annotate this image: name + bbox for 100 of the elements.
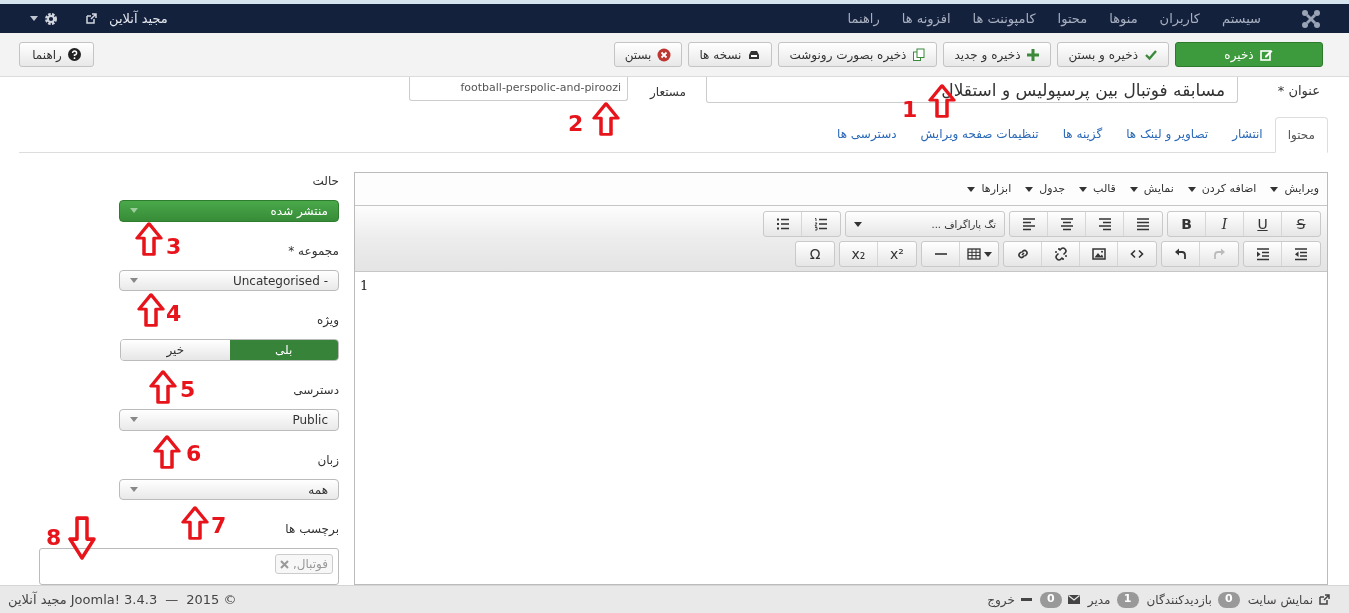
editor-menu-item[interactable]: قالب	[1079, 180, 1116, 198]
view-site-link[interactable]: نمایش سایت	[1247, 590, 1313, 609]
nav-menu-item[interactable]: کامپوننت ها	[972, 8, 1036, 29]
editor-menu-item[interactable]: نمایش	[1129, 180, 1174, 198]
count-badge: 1	[1116, 591, 1139, 608]
caret-icon	[1270, 186, 1279, 192]
select-dropdown[interactable]: Public	[119, 409, 339, 431]
bullet-list-icon	[775, 217, 790, 231]
annotation-arrow	[153, 435, 181, 469]
field-label: زبان	[317, 451, 339, 469]
caret-icon	[983, 251, 992, 257]
select-dropdown[interactable]: همه	[119, 478, 339, 501]
version-text: Joomla! 3.4.3	[70, 590, 158, 609]
toolbar-button[interactable]: بستن	[613, 42, 683, 67]
caret-icon	[1129, 186, 1138, 192]
toggle-option[interactable]: بلی	[229, 340, 338, 361]
nav-menu-item[interactable]: منوها	[1109, 8, 1138, 29]
site-name-text: مجید آنلاین	[8, 590, 67, 610]
field-label: مستعار	[648, 84, 686, 101]
select-dropdown[interactable]: - Uncategorised	[119, 269, 339, 292]
caret-icon	[854, 221, 862, 227]
tab[interactable]: گزینه ها	[1050, 116, 1115, 152]
annotation-number: 8	[46, 526, 62, 550]
joomla-logo-icon	[1301, 8, 1321, 29]
annotation-arrow	[181, 506, 209, 540]
caret-icon	[1025, 186, 1034, 192]
editor-tool-button[interactable]: U	[1244, 212, 1282, 236]
annotation-arrow	[149, 370, 177, 404]
table-icon	[966, 247, 981, 261]
caret-icon	[130, 487, 138, 493]
caret-icon	[1187, 186, 1196, 192]
settings-menu[interactable]	[30, 11, 58, 26]
numbered-list-icon	[814, 217, 828, 231]
nav-menu-item[interactable]: راهنما	[847, 8, 880, 29]
editor-tool-button[interactable]: S	[1282, 212, 1320, 236]
count-badge: 0	[1039, 591, 1062, 608]
undo-icon	[1173, 247, 1188, 261]
nav-menu-item[interactable]: سیستم	[1222, 8, 1261, 29]
editor-tool-button[interactable]: x₂	[840, 242, 878, 266]
tab[interactable]: محتوا	[1274, 117, 1328, 153]
field-label: عنوان *	[1276, 82, 1320, 101]
nav-menu-item[interactable]: کاربران	[1159, 8, 1200, 29]
site-link[interactable]: مجید آنلاین	[109, 8, 168, 29]
minus-icon	[1020, 598, 1032, 601]
nav-menu-item[interactable]: افزونه ها	[901, 8, 951, 29]
editor-menu-item[interactable]: اضافه کردن	[1187, 180, 1257, 198]
caret-icon	[130, 278, 138, 284]
image-icon	[1091, 247, 1106, 261]
editor-menu-item[interactable]: ابزارها	[967, 180, 1012, 198]
toolbar-button[interactable]: ذخیره	[1175, 42, 1323, 67]
editor-tool-button[interactable]: I	[1206, 212, 1244, 236]
editor-tool-button[interactable]: B	[1168, 212, 1206, 236]
status-label: بازدیدکنندگان	[1146, 591, 1212, 609]
settings-icon	[44, 11, 58, 26]
help-button[interactable]: راهنما	[19, 42, 94, 67]
tab[interactable]: انتشار	[1220, 116, 1275, 152]
annotation-arrow	[592, 102, 620, 136]
annotation-number: 2	[568, 112, 584, 136]
align-left-icon	[1021, 217, 1036, 231]
toolbar-button[interactable]: ذخیره و بستن	[1057, 42, 1169, 67]
close-icon	[657, 47, 672, 62]
caret-icon	[130, 417, 138, 423]
justify-icon	[1136, 217, 1150, 231]
caret-icon	[30, 16, 38, 21]
copy-icon	[912, 47, 927, 62]
help-icon	[67, 48, 81, 61]
field-label: ویژه	[316, 312, 339, 330]
editor-tool-button[interactable]: Ω	[796, 242, 834, 266]
nav-menu-item[interactable]: محتوا	[1057, 8, 1088, 29]
annotation-number: 4	[166, 302, 182, 326]
toolbar-button[interactable]: ذخیره بصورت رونوشت	[778, 42, 938, 67]
plus-icon	[1026, 47, 1041, 62]
annotation-number: 5	[180, 378, 196, 402]
toggle-option[interactable]: خیر	[121, 340, 230, 361]
editor-menu-item[interactable]: جدول	[1025, 180, 1066, 198]
align-center-icon	[1059, 217, 1074, 231]
separator-text: —	[165, 590, 179, 609]
status-label: مدیر	[1087, 591, 1111, 609]
tab[interactable]: تصاویر و لینک ها	[1114, 116, 1221, 152]
remove-icon	[279, 559, 289, 569]
editor-menu-item[interactable]: ویرایش	[1270, 180, 1319, 198]
indent-icon	[1255, 247, 1270, 261]
toolbar-button[interactable]: نسخه ها	[688, 42, 773, 67]
redo-icon	[1212, 247, 1226, 261]
select-dropdown[interactable]: منتشر شده	[119, 200, 339, 222]
toolbar-button[interactable]: ذخیره و جدید	[943, 42, 1052, 67]
caret-icon	[130, 208, 138, 214]
broken-link-icon	[1053, 247, 1068, 261]
format-dropdown[interactable]: تگ پاراگراف ...	[846, 212, 1004, 236]
field-label: دسترسی	[293, 382, 339, 400]
envelope-icon	[1067, 595, 1080, 604]
annotation-number: 3	[166, 235, 182, 259]
field-label: برچسب ها	[285, 521, 339, 539]
external-link-icon	[86, 13, 97, 24]
annotation-arrow	[68, 516, 96, 560]
field-label: حالت	[312, 173, 339, 190]
alias-input[interactable]: football-perspolic-and-piroozi	[409, 77, 628, 101]
editor-tool-button[interactable]: x²	[878, 242, 916, 266]
logout-link[interactable]: خروج	[987, 590, 1015, 609]
field-label: مجموعه *	[288, 242, 339, 260]
